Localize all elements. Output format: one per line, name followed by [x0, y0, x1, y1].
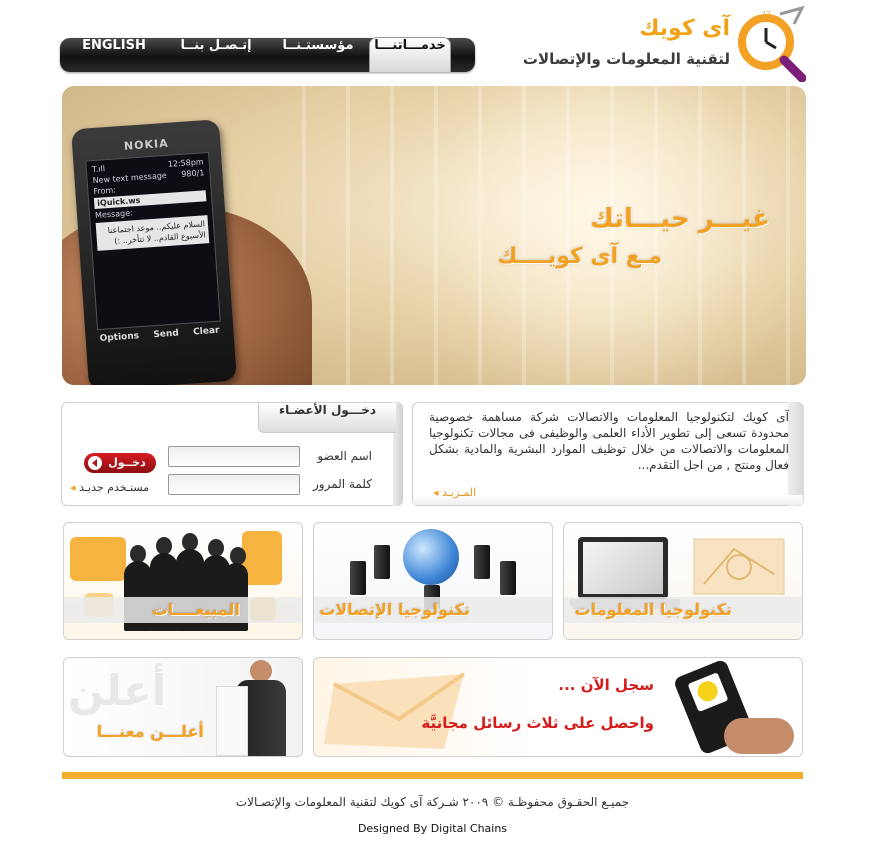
main-nav: ENGLISH إتـصـل بنــا مؤسستـنــا خدمـــات… — [60, 37, 475, 72]
footer-bar — [62, 772, 803, 779]
phone-send: Send — [153, 328, 180, 341]
login-button[interactable]: دخــول — [84, 453, 156, 473]
person-head — [250, 660, 272, 682]
new-user-label: مستـخدم جديـد — [79, 481, 150, 494]
username-input[interactable] — [168, 446, 300, 467]
signup-line-1: سجل الآن ... — [558, 676, 654, 694]
member-login-box: دخـــول الأعضـاء اسم العضو كلمة المرور د… — [61, 402, 403, 506]
phone-time: 12:58pm — [167, 157, 204, 169]
phone-image: NOKIA T.ıll 12:58pm New text message 980… — [71, 119, 237, 385]
page: آى كويك لتقنية المعلومات والإتصالات 12 E… — [0, 0, 871, 845]
card-advertise[interactable]: أعلن أعلـــن معنـــا — [63, 657, 303, 757]
hero-background — [262, 86, 806, 385]
clock-magnifier-icon: 12 — [738, 6, 806, 82]
card-sales[interactable]: المبيعــــات — [63, 522, 303, 640]
server-icon — [474, 545, 490, 579]
password-input[interactable] — [168, 474, 300, 495]
arrow-left-icon — [88, 456, 102, 470]
nav-our-company[interactable]: مؤسستـنــا — [270, 38, 366, 72]
laptop-icon — [578, 537, 668, 599]
logo-subtitle: لتقنية المعلومات والإتصالات — [522, 50, 730, 68]
globe-icon — [403, 529, 459, 585]
hand-image — [724, 718, 794, 754]
nav-services[interactable]: خدمـــاتنـــا — [369, 37, 451, 72]
server-icon — [374, 545, 390, 579]
blank-sign — [216, 686, 248, 756]
signup-line-2: واحصل على ثلاث رسائل مجانيَّة — [421, 714, 654, 732]
phone-clear: Clear — [192, 325, 220, 338]
server-icon — [350, 561, 366, 595]
about-edge — [788, 402, 804, 506]
about-box: آى كويك لتكنولوجيا المعلومات والاتصالات … — [412, 402, 804, 506]
svg-text:12: 12 — [762, 10, 771, 18]
envelope-icon — [324, 672, 466, 749]
login-title: دخـــول الأعضـاء — [258, 403, 396, 433]
hero-banner: NOKIA T.ıll 12:58pm New text message 980… — [62, 86, 806, 385]
arrow-left-icon: ◂ — [70, 481, 76, 494]
username-label: اسم العضو — [317, 449, 372, 463]
more-label: المـزيـد — [442, 486, 477, 499]
phone-signal: T.ıll — [91, 164, 106, 175]
card-telecom-title: تكنولوجيا الإتصالات — [319, 600, 470, 619]
phone-options: Options — [99, 331, 140, 344]
arrow-left-icon: ◂ — [433, 486, 439, 499]
phone-message: السلام عليكم.. موعد اجتماعنا الأسبوع الق… — [95, 215, 210, 251]
about-text: آى كويك لتكنولوجيا المعلومات والاتصالات … — [429, 410, 789, 472]
phone-counter: 980/1 — [181, 168, 205, 179]
card-sales-title: المبيعــــات — [151, 600, 240, 619]
hero-slogan-2: مـع آى كويــــك — [497, 244, 662, 269]
card-signup[interactable]: سجل الآن ... واحصل على ثلاث رسائل مجانيَ… — [313, 657, 803, 757]
more-link[interactable]: المـزيـد ◂ — [433, 486, 476, 499]
nav-english[interactable]: ENGLISH — [74, 38, 154, 72]
puzzle-piece — [242, 531, 282, 585]
new-user-link[interactable]: مستـخدم جديـد ◂ — [70, 481, 149, 494]
card-it-title: تكنولوجيا المعلومات — [574, 600, 732, 619]
advertise-watermark: أعلن — [68, 666, 167, 715]
logo-name: آى كويك — [639, 16, 730, 41]
nav-contact-us[interactable]: إتـصـل بنــا — [170, 38, 262, 72]
card-it[interactable]: تكنولوجيا المعلومات — [563, 522, 803, 640]
phone-screen: T.ıll 12:58pm New text message 980/1 Fro… — [85, 151, 221, 331]
card-telecom[interactable]: تكنولوجيا الإتصالات — [313, 522, 553, 640]
logo[interactable]: آى كويك لتقنية المعلومات والإتصالات 12 — [523, 4, 810, 82]
puzzle-piece — [70, 537, 126, 581]
copyright-text: جميـع الحقـوق محفوظـة © ٢٠٠٩ شـركة آى كو… — [235, 795, 630, 809]
blueprint-icon — [693, 538, 785, 595]
password-label: كلمة المرور — [312, 477, 372, 491]
card-advertise-title: أعلـــن معنـــا — [96, 722, 204, 741]
designed-by-link[interactable]: Designed By Digital Chains — [62, 822, 803, 835]
hero-slogan-1: غيـــر حيـــاتك — [589, 204, 770, 234]
server-icon — [500, 561, 516, 595]
